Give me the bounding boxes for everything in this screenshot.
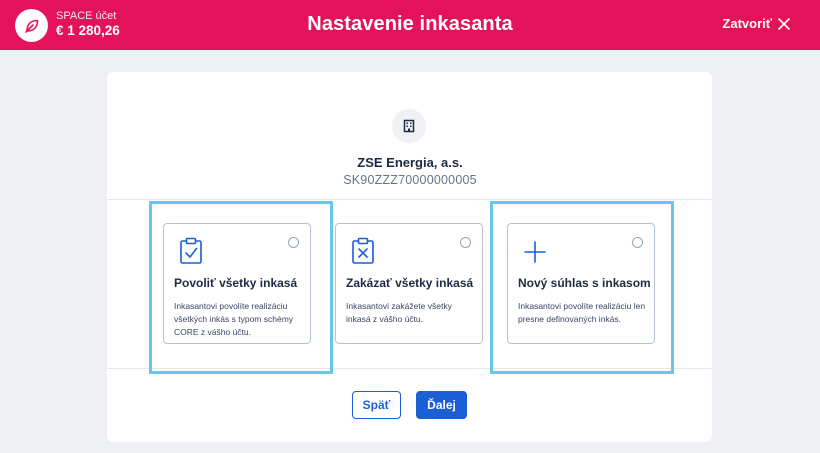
building-icon (403, 119, 415, 133)
option-description: Inkasantovi povolíte realizáciu všetkých… (174, 301, 294, 337)
creditor-name: ZSE Energia, a.s. (357, 155, 463, 170)
company-avatar (392, 109, 426, 143)
option-title: Zakázať všetky inkasá (346, 276, 474, 290)
option-title: Nový súhlas s inkasom (518, 276, 651, 290)
radio-new-consent[interactable] (632, 237, 643, 248)
radio-allow-all[interactable] (288, 237, 299, 248)
radio-deny-all[interactable] (460, 237, 471, 248)
close-icon (778, 17, 790, 30)
option-title: Povoliť všetky inkasá (174, 276, 298, 290)
close-label: Zatvoriť (722, 16, 772, 31)
divider-top (107, 199, 712, 200)
option-description: Inkasantovi zakážete všetky inkasá z váš… (346, 301, 452, 324)
next-button[interactable]: Ďalej (416, 391, 467, 419)
back-button[interactable]: Späť (352, 391, 401, 419)
clipboard-check-icon (180, 237, 202, 264)
clipboard-x-icon (352, 237, 374, 264)
plus-icon (524, 241, 546, 263)
option-description: Inkasantovi povolíte realizáciu len pres… (518, 301, 646, 324)
page-title: Nastavenie inkasanta (307, 13, 513, 35)
option-deny-all[interactable]: Zakázať všetky inkasá Inkasantovi zakáže… (335, 223, 483, 344)
option-allow-all[interactable]: Povoliť všetky inkasá Inkasantovi povolí… (163, 223, 311, 344)
creditor-identifier: SK90ZZZ70000000005 (343, 173, 477, 187)
top-bar: SPACE účet € 1 280,26 Nastavenie inkasan… (0, 0, 820, 50)
close-button[interactable]: Zatvoriť (722, 16, 790, 31)
option-new-consent[interactable]: Nový súhlas s inkasom Inkasantovi povolí… (507, 223, 655, 344)
